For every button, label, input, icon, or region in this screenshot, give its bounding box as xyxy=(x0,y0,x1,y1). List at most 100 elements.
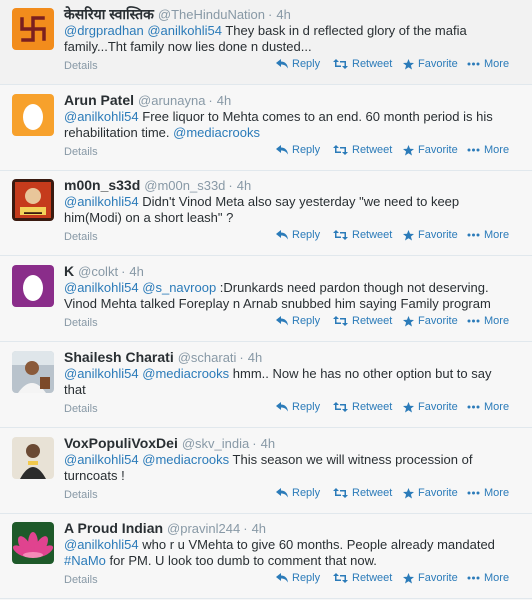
reply-button[interactable]: Reply xyxy=(276,487,320,499)
retweet-button[interactable]: Retweet xyxy=(333,401,392,413)
tweet-header: VoxPopuliVoxDei @skv_india · 4h xyxy=(64,435,275,452)
tweet-card[interactable]: केसरिया स्वास्तिक @TheHinduNation · 4h @drgp… xyxy=(0,0,532,85)
user-name[interactable]: Arun Patel xyxy=(64,92,134,108)
retweet-button[interactable]: Retweet xyxy=(333,229,392,241)
favorite-button[interactable]: Favorite xyxy=(403,315,458,327)
tweet-header: Arun Patel @arunayna · 4h xyxy=(64,92,231,109)
more-button[interactable]: More xyxy=(467,315,509,327)
user-handle[interactable]: @pravinl244 xyxy=(167,521,240,536)
tweet-card[interactable]: K @colkt · 4h @anilkohli54 @s_navroop :Drunk… xyxy=(0,257,532,342)
avatar[interactable] xyxy=(12,8,54,50)
mention-link[interactable]: @anilkohli54 xyxy=(64,537,139,552)
user-handle[interactable]: @m00n_s33d xyxy=(144,178,225,193)
separator-dot: · xyxy=(208,93,213,108)
tweet-card[interactable]: ▬▬▬ m00n_s33d @m00n_s33d · 4h @anilkohli54 Di… xyxy=(0,171,532,256)
timestamp[interactable]: 4h xyxy=(276,7,290,22)
favorite-button[interactable]: Favorite xyxy=(403,401,458,413)
user-handle[interactable]: @skv_india xyxy=(182,436,249,451)
reply-button[interactable]: Reply xyxy=(276,315,320,327)
favorite-button[interactable]: Favorite xyxy=(403,58,458,70)
user-name[interactable]: VoxPopuliVoxDei xyxy=(64,435,178,451)
mention-link[interactable]: @anilkohli54 xyxy=(64,366,139,381)
retweet-label: Retweet xyxy=(352,572,393,584)
favorite-button[interactable]: Favorite xyxy=(403,572,458,584)
mention-link[interactable]: #NaMo xyxy=(64,553,106,568)
favorite-button[interactable]: Favorite xyxy=(403,144,458,156)
retweet-button[interactable]: Retweet xyxy=(333,315,392,327)
favorite-button[interactable]: Favorite xyxy=(403,229,458,241)
favorite-button[interactable]: Favorite xyxy=(403,487,458,499)
mention-link[interactable]: @mediacrooks xyxy=(142,366,229,381)
mention-link[interactable]: @anilkohli54 xyxy=(64,452,139,467)
reply-button[interactable]: Reply xyxy=(276,572,320,584)
timestamp[interactable]: 4h xyxy=(252,521,266,536)
tweet-feed: केसरिया स्वास्तिक @TheHinduNation · 4h @drgp… xyxy=(0,0,532,600)
mention-link[interactable]: @anilkohli54 xyxy=(64,194,139,209)
mention-link[interactable]: @mediacrooks xyxy=(142,452,229,467)
timestamp[interactable]: 4h xyxy=(129,264,143,279)
user-name[interactable]: केसरिया स्वास्तिक xyxy=(64,6,154,22)
timestamp[interactable]: 4h xyxy=(261,436,275,451)
star-icon xyxy=(403,401,418,413)
user-handle[interactable]: @arunayna xyxy=(138,93,205,108)
mention-link[interactable]: @anilkohli54 xyxy=(147,23,222,38)
retweet-button[interactable]: Retweet xyxy=(333,144,392,156)
tweet-card[interactable]: A Proud Indian @pravinl244 · 4h @anilkohli54… xyxy=(0,514,532,599)
more-label: More xyxy=(484,572,510,584)
retweet-button[interactable]: Retweet xyxy=(333,487,392,499)
reply-icon xyxy=(276,488,292,498)
more-label: More xyxy=(484,315,510,327)
tweet-card[interactable]: Arun Patel @arunayna · 4h @anilkohli54 Free … xyxy=(0,86,532,171)
reply-button[interactable]: Reply xyxy=(276,58,320,70)
mention-link[interactable]: @anilkohli54 xyxy=(64,109,139,124)
avatar[interactable]: ▬▬▬ xyxy=(12,179,54,221)
more-button[interactable]: More xyxy=(467,401,509,413)
separator-dot: · xyxy=(268,7,273,22)
more-button[interactable]: More xyxy=(467,229,509,241)
user-handle[interactable]: @TheHinduNation xyxy=(158,7,265,22)
tweet-actions: Reply Retweet Favorite More xyxy=(0,229,532,245)
timestamp[interactable]: 4h xyxy=(237,178,251,193)
user-name[interactable]: A Proud Indian xyxy=(64,520,163,536)
more-button[interactable]: More xyxy=(467,487,509,499)
retweet-button[interactable]: Retweet xyxy=(333,58,392,70)
timestamp[interactable]: 4h xyxy=(217,93,231,108)
tweet-text: @anilkohli54 @s_navroop :Drunkards need … xyxy=(64,280,504,312)
tweet-card[interactable]: Shailesh Charati @scharati · 4h @anilkohli54… xyxy=(0,343,532,428)
reply-button[interactable]: Reply xyxy=(276,401,320,413)
reply-button[interactable]: Reply xyxy=(276,144,320,156)
reply-label: Reply xyxy=(292,315,321,327)
tweet-header: K @colkt · 4h xyxy=(64,263,144,280)
tweet-actions: Reply Retweet Favorite More xyxy=(0,572,532,588)
avatar[interactable] xyxy=(12,437,54,479)
reply-icon xyxy=(276,59,292,69)
avatar[interactable] xyxy=(12,351,54,393)
more-label: More xyxy=(484,487,510,499)
avatar[interactable] xyxy=(12,265,54,307)
avatar[interactable] xyxy=(12,522,54,564)
retweet-button[interactable]: Retweet xyxy=(333,572,392,584)
more-button[interactable]: More xyxy=(467,572,509,584)
tweet-actions: Reply Retweet Favorite More xyxy=(0,487,532,503)
avatar[interactable] xyxy=(12,94,54,136)
mention-link[interactable]: @anilkohli54 xyxy=(64,280,139,295)
tweet-card[interactable]: VoxPopuliVoxDei @skv_india · 4h @anilkohli54… xyxy=(0,429,532,514)
more-button[interactable]: More xyxy=(467,144,509,156)
more-button[interactable]: More xyxy=(467,58,509,70)
mention-link[interactable]: @s_navroop xyxy=(142,280,216,295)
user-handle[interactable]: @colkt xyxy=(78,264,118,279)
user-handle[interactable]: @scharati xyxy=(178,350,237,365)
tweet-text: @drgpradhan @anilkohli54 They bask in d … xyxy=(64,23,504,55)
favorite-label: Favorite xyxy=(418,315,458,327)
reply-button[interactable]: Reply xyxy=(276,229,320,241)
mention-link[interactable]: @mediacrooks xyxy=(173,125,260,140)
mention-link[interactable]: @drgpradhan xyxy=(64,23,144,38)
timestamp[interactable]: 4h xyxy=(248,350,262,365)
user-name[interactable]: Shailesh Charati xyxy=(64,349,174,365)
user-name[interactable]: K xyxy=(64,263,74,279)
separator-dot: · xyxy=(239,350,244,365)
user-name[interactable]: m00n_s33d xyxy=(64,177,140,193)
svg-text:▬▬▬: ▬▬▬ xyxy=(24,210,42,216)
more-dots-icon xyxy=(467,576,484,580)
favorite-label: Favorite xyxy=(418,572,458,584)
